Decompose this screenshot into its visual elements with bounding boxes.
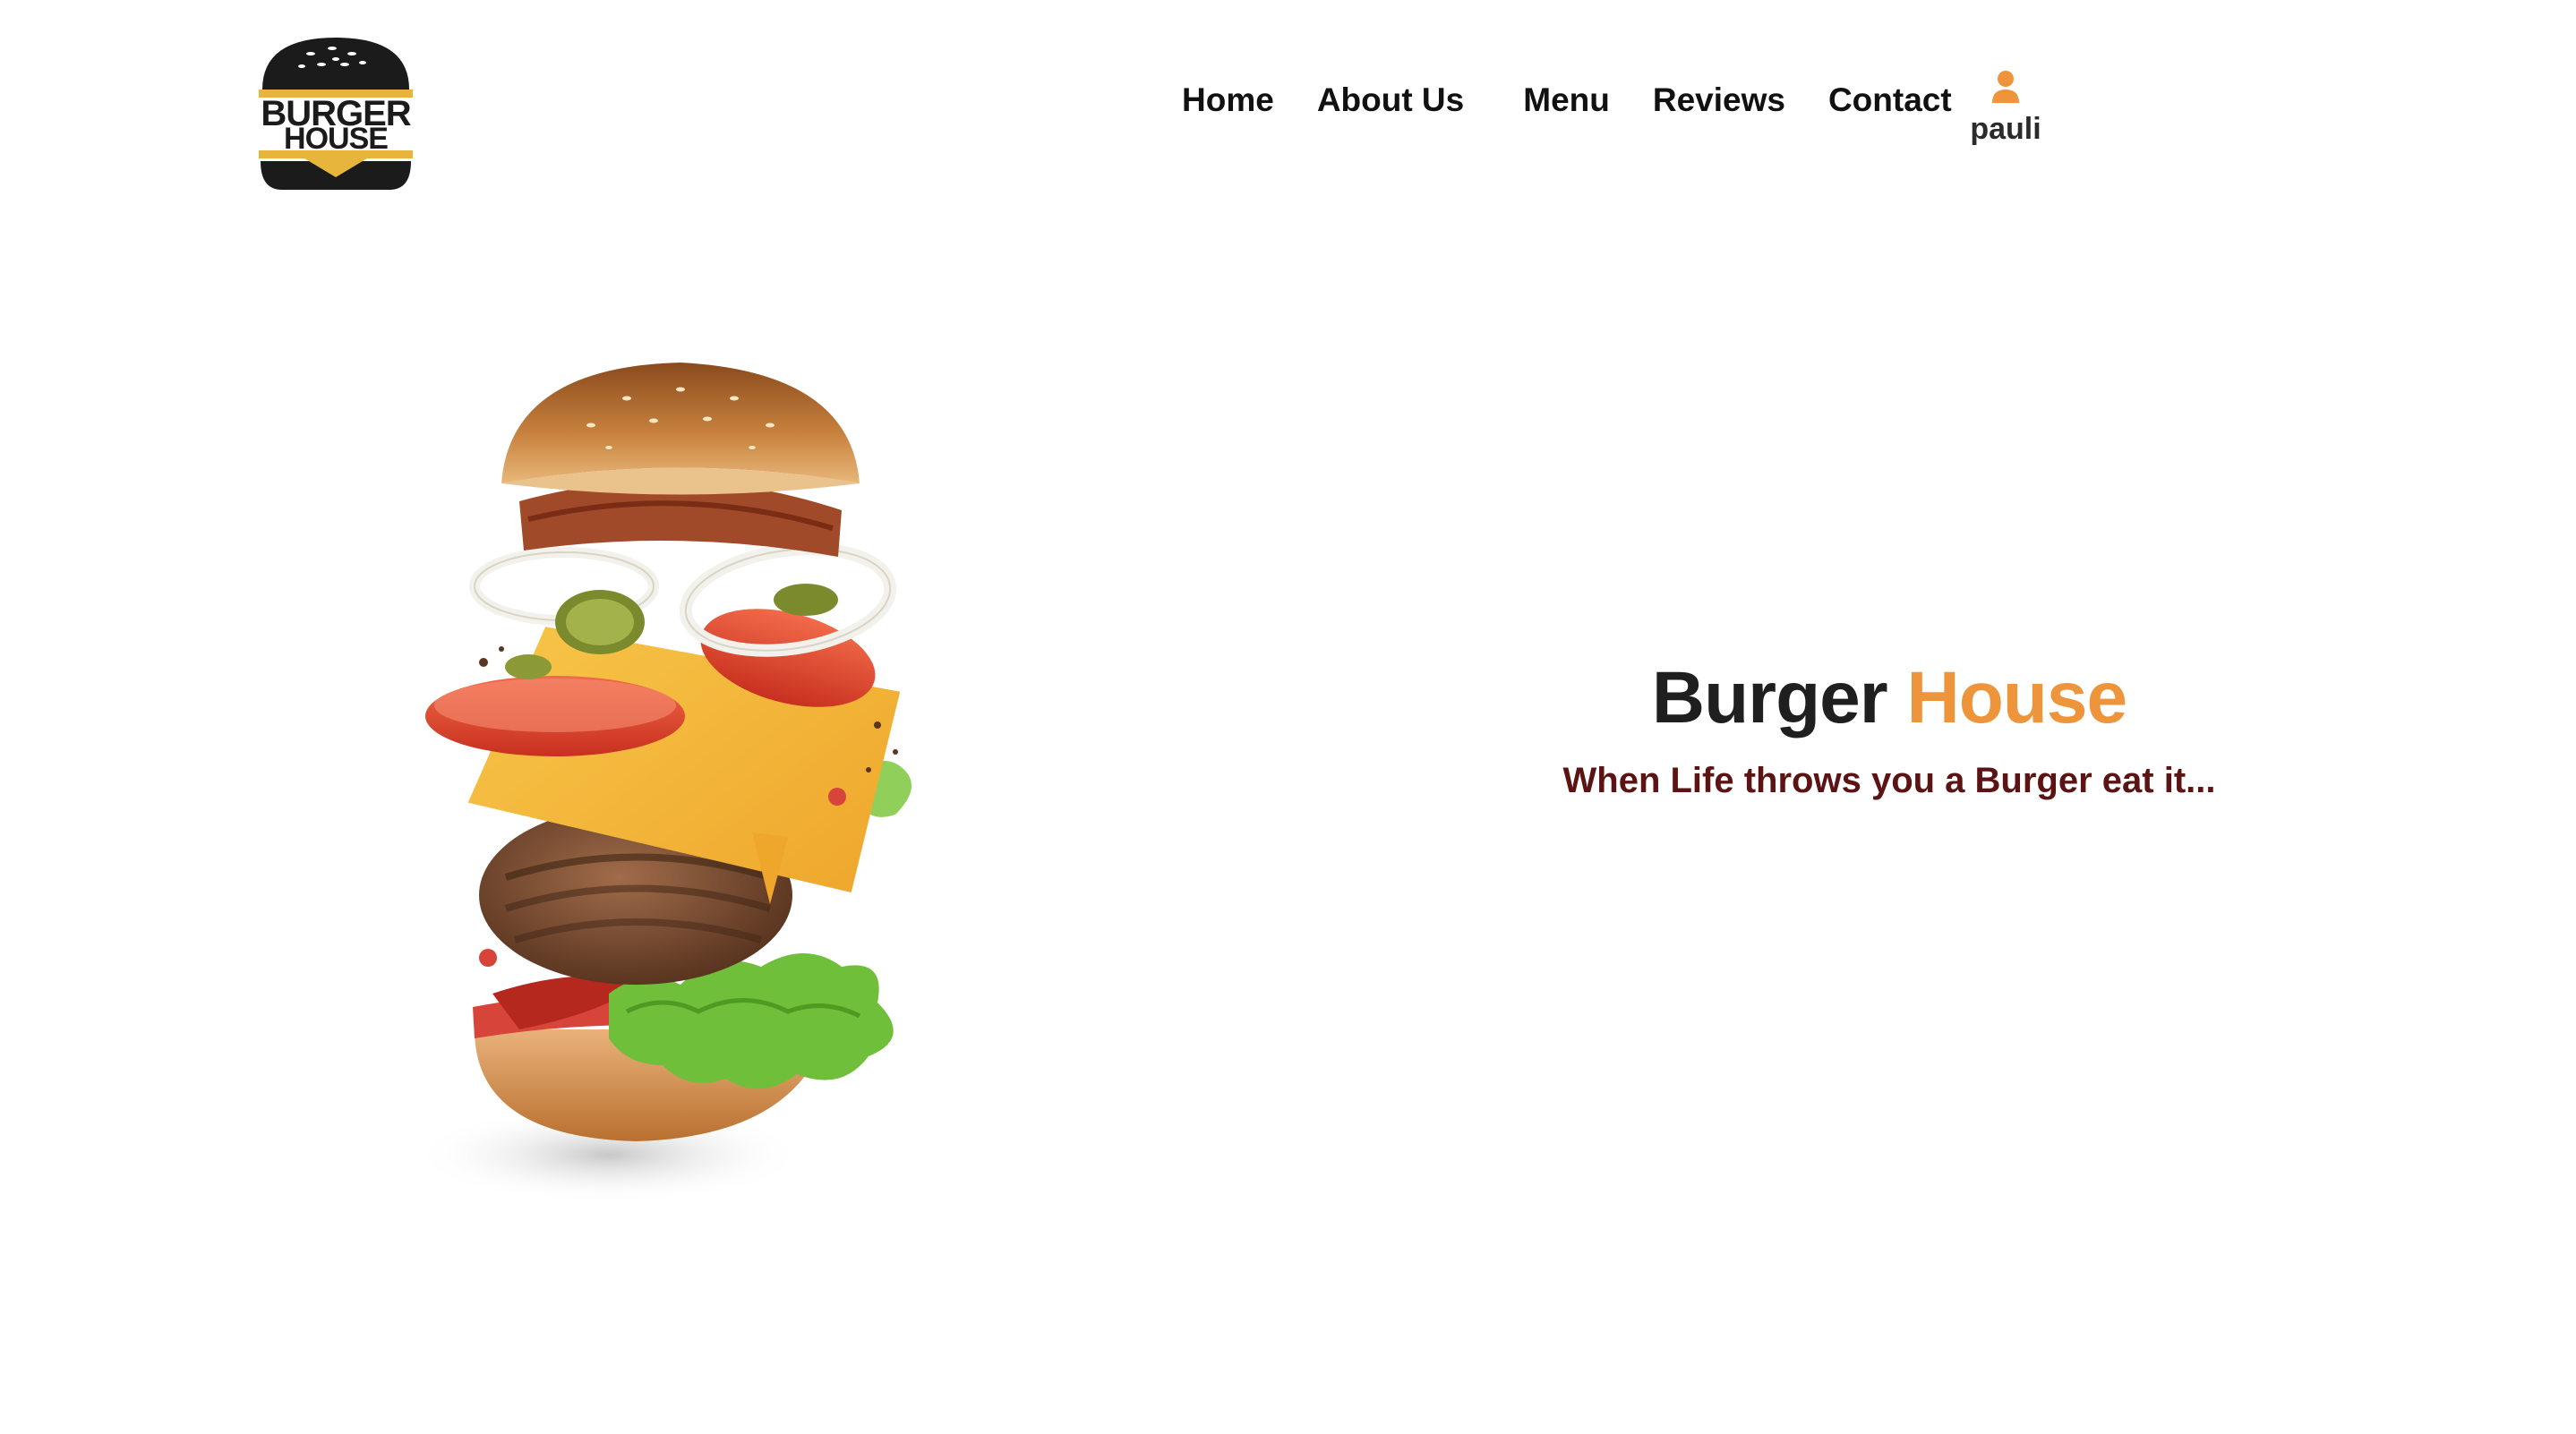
nav-reviews[interactable]: Reviews [1653,75,1785,125]
nav-menu[interactable]: Menu [1523,75,1610,125]
logo-text-house: HOUSE [284,122,388,156]
user-name: pauli [1970,112,2041,146]
flying-burger-image [340,349,1057,1226]
hero-title: Burger House [1522,653,2256,743]
brand-logo[interactable]: BURGER HOUSE [255,36,416,192]
user-account[interactable]: pauli [1961,70,2050,147]
hero-tagline: When Life throws you a Burger eat it... [1562,761,2216,800]
nav-home[interactable]: Home [1182,75,1274,125]
hero-title-accent: House [1906,657,2128,738]
nav-about-us[interactable]: About Us [1317,75,1464,125]
hero-text: Burger House When Life throws you a Burg… [1522,653,2256,802]
nav-contact[interactable]: Contact [1828,75,1952,125]
hero-title-main: Burger [1651,657,1888,738]
page: BURGER HOUSE Home About Us Menu Reviews … [0,0,2576,1434]
user-icon [1992,71,2019,103]
main-nav: Home About Us Menu Reviews Contact [1182,75,1952,125]
